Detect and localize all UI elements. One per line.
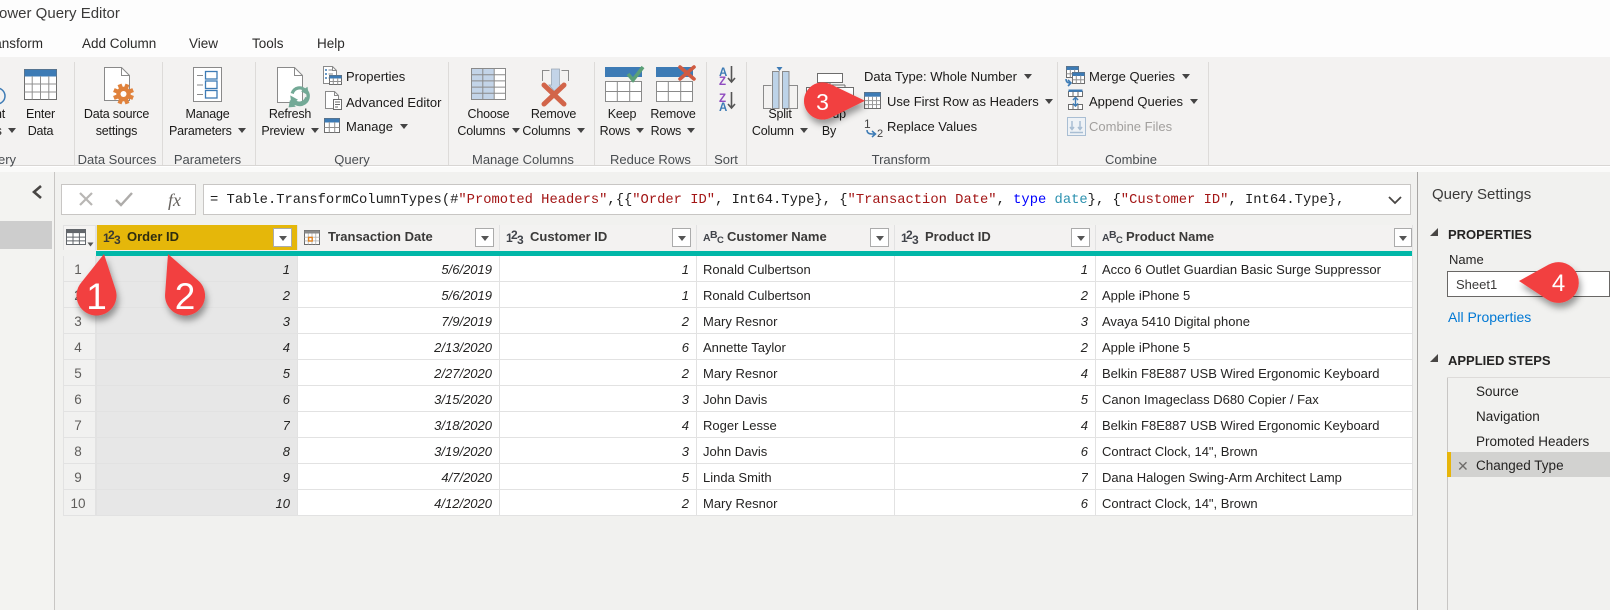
- svg-text:fx: fx: [168, 190, 181, 210]
- svg-text:Z: Z: [719, 76, 726, 88]
- svg-text:2: 2: [877, 128, 883, 140]
- svg-text:1: 1: [864, 117, 871, 131]
- svg-text:A: A: [719, 102, 727, 114]
